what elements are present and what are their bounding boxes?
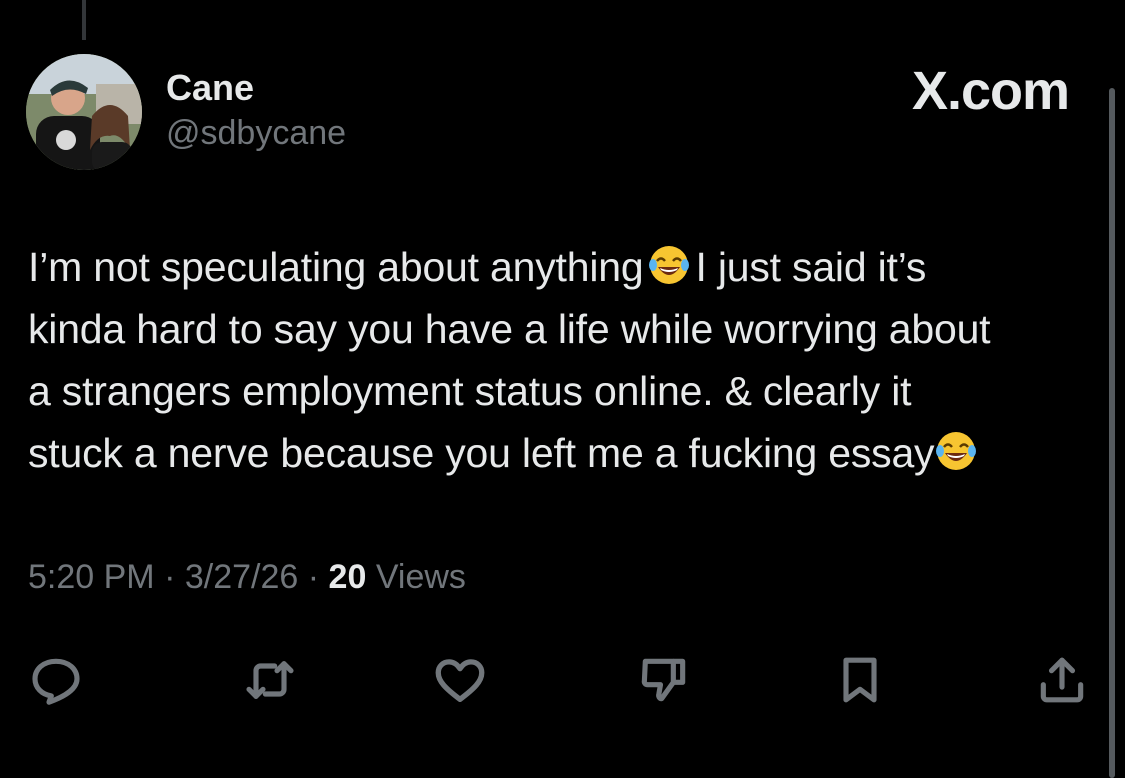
like-button[interactable] xyxy=(430,650,490,710)
author-handle[interactable]: @sdbycane xyxy=(166,112,346,154)
tweet-line-1: I’m not speculating about anything I just… xyxy=(28,236,1098,298)
tweet-time[interactable]: 5:20 PM xyxy=(28,558,155,596)
dislike-button[interactable] xyxy=(634,650,694,710)
tweet-line-2: kinda hard to say you have a life while … xyxy=(28,306,991,352)
thread-connector-line xyxy=(82,0,86,40)
tweet-line-4a: stuck a nerve because you left me a fuck… xyxy=(28,430,935,476)
share-icon xyxy=(1040,657,1084,703)
scrollbar[interactable] xyxy=(1109,88,1115,778)
views-count: 20 xyxy=(328,558,367,596)
site-watermark: X.com xyxy=(911,61,1070,121)
reply-button[interactable] xyxy=(26,650,86,710)
author-display-name[interactable]: Cane xyxy=(166,66,346,110)
tweet-line-3: a strangers employment status online. & … xyxy=(28,368,912,414)
meta-separator: · xyxy=(164,558,176,596)
tweet-line-4: stuck a nerve because you left me a fuck… xyxy=(28,422,1098,484)
tweet-line-1a: I’m not speculating about anything xyxy=(28,244,644,290)
author-block[interactable]: Cane @sdbycane xyxy=(166,66,346,154)
bookmark-icon xyxy=(843,657,877,703)
avatar[interactable] xyxy=(26,54,142,170)
avatar-photo xyxy=(26,54,142,170)
retweet-icon xyxy=(246,661,294,699)
thumbs-down-icon xyxy=(641,658,686,702)
tweet-line-1b: I just said it’s xyxy=(695,244,927,290)
tweet-metadata: 5:20 PM · 3/27/26 · 20 Views xyxy=(28,558,466,597)
tweet-text: I’m not speculating about anything I just… xyxy=(28,236,1098,484)
meta-separator: · xyxy=(307,558,320,596)
laughing-emoji-icon xyxy=(649,246,690,284)
heart-icon xyxy=(435,659,485,702)
views-label: Views xyxy=(375,558,466,596)
retweet-button[interactable] xyxy=(240,650,300,710)
reply-icon xyxy=(32,658,80,705)
tweet-actions-bar xyxy=(28,650,1093,710)
laughing-emoji-icon xyxy=(936,432,977,470)
tweet-date[interactable]: 3/27/26 xyxy=(185,558,298,596)
bookmark-button[interactable] xyxy=(830,650,890,710)
share-button[interactable] xyxy=(1032,650,1092,710)
